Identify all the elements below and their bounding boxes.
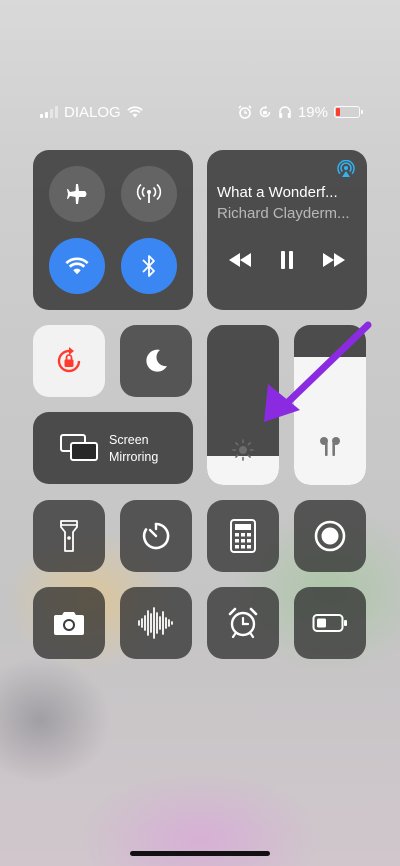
alarm-clock-icon xyxy=(228,607,258,639)
home-indicator[interactable] xyxy=(130,851,270,856)
flashlight-icon xyxy=(60,520,78,552)
now-playing-panel[interactable]: What a Wonderf... Richard Clayderm... xyxy=(207,150,367,310)
calculator-icon xyxy=(230,519,256,553)
flashlight-button[interactable] xyxy=(33,500,105,572)
orientation-lock-icon xyxy=(57,347,81,373)
screen-mirroring-label: Screen Mirroring xyxy=(109,432,158,466)
rewind-icon[interactable] xyxy=(228,253,252,267)
battery-percent: 19% xyxy=(297,103,328,121)
voice-memos-button[interactable] xyxy=(120,587,192,659)
camera-button[interactable] xyxy=(33,587,105,659)
signal-icon xyxy=(40,106,58,118)
brightness-slider[interactable] xyxy=(207,325,279,485)
song-artist: Richard Clayderm... xyxy=(217,205,350,222)
screen-mirroring-label-line2: Mirroring xyxy=(109,450,159,464)
connectivity-panel xyxy=(33,150,193,310)
fast-forward-icon[interactable] xyxy=(322,253,346,267)
sun-icon xyxy=(232,439,254,461)
alarm-icon xyxy=(238,105,252,119)
camera-icon xyxy=(54,612,84,635)
screen-mirroring-button[interactable]: Screen Mirroring xyxy=(33,412,193,484)
orientation-lock-toggle[interactable] xyxy=(33,325,105,397)
cellular-data-icon xyxy=(136,183,162,203)
volume-level xyxy=(294,357,366,485)
battery-level xyxy=(336,108,341,116)
headphones-icon xyxy=(279,106,291,118)
wifi-icon xyxy=(126,106,143,118)
moon-icon xyxy=(146,349,167,372)
timer-button[interactable] xyxy=(120,500,192,572)
voice-memos-icon xyxy=(138,607,173,639)
airplane-icon xyxy=(67,184,87,204)
airplay-icon[interactable] xyxy=(337,160,355,178)
wifi-toggle[interactable] xyxy=(49,238,105,294)
airplane-mode-toggle[interactable] xyxy=(49,166,105,222)
song-title: What a Wonderf... xyxy=(217,184,338,201)
cellular-data-toggle[interactable] xyxy=(121,166,177,222)
screen-mirroring-label-line1: Screen xyxy=(109,433,149,447)
calculator-button[interactable] xyxy=(207,500,279,572)
screen-mirroring-icon xyxy=(60,434,98,461)
screen-record-icon xyxy=(314,520,346,552)
screen-record-button[interactable] xyxy=(294,500,366,572)
bluetooth-icon xyxy=(142,255,155,277)
alarm-clock-button[interactable] xyxy=(207,587,279,659)
do-not-disturb-toggle[interactable] xyxy=(120,325,192,397)
low-power-mode-icon xyxy=(312,614,347,632)
low-power-mode-button[interactable] xyxy=(294,587,366,659)
status-bar: DIALOG 19% xyxy=(40,100,363,124)
airpods-icon xyxy=(320,437,340,456)
timer-icon xyxy=(142,522,170,550)
wifi-icon xyxy=(65,257,89,275)
pause-icon[interactable] xyxy=(279,250,295,270)
orientation-lock-icon xyxy=(259,105,271,118)
battery-icon xyxy=(334,106,363,118)
volume-slider[interactable] xyxy=(294,325,366,485)
carrier-name: DIALOG xyxy=(64,103,121,121)
bluetooth-toggle[interactable] xyxy=(121,238,177,294)
